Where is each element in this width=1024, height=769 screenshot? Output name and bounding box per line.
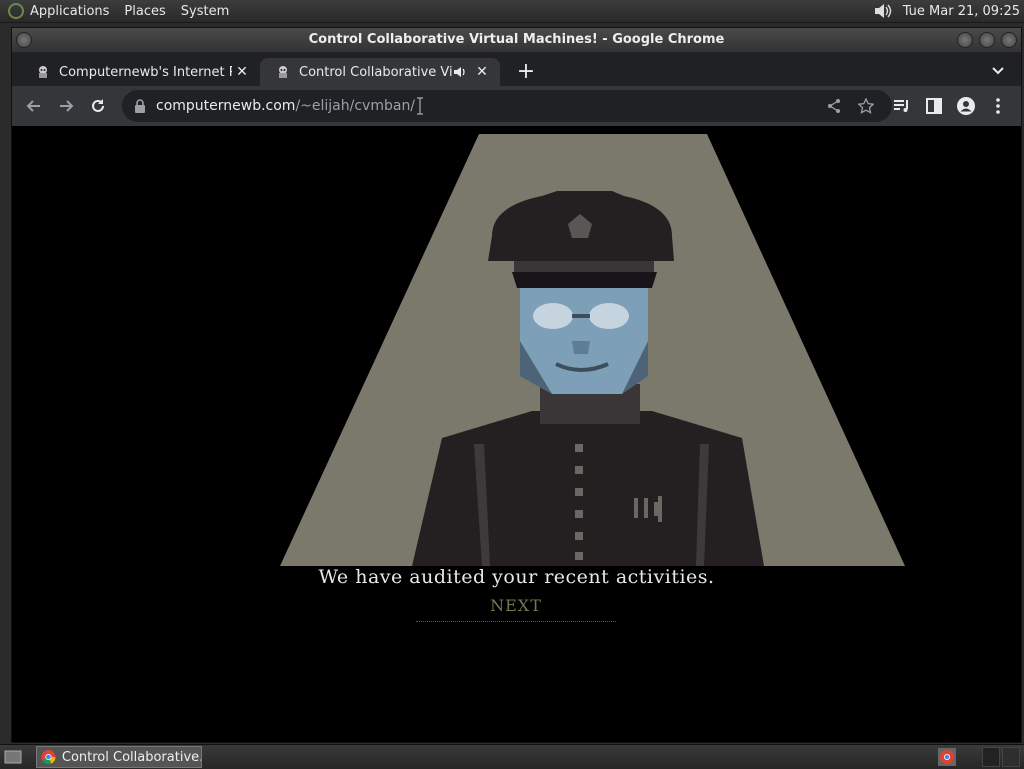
menu-system[interactable]: System bbox=[181, 4, 229, 19]
lock-icon[interactable] bbox=[134, 99, 146, 113]
dialog-text: We have audited your recent activities. bbox=[318, 566, 715, 588]
url-path: /~elijah/cvmban/ bbox=[295, 98, 416, 114]
browser-toolbar: computernewb.com/~elijah/cvmban/ bbox=[12, 86, 1021, 127]
close-window-icon[interactable] bbox=[1001, 32, 1017, 48]
window-titlebar[interactable]: Control Collaborative Virtual Machines! … bbox=[12, 28, 1021, 52]
back-icon[interactable] bbox=[24, 96, 44, 116]
taskbar-label: Control Collaborative... bbox=[61, 749, 201, 765]
panel-clock[interactable]: Tue Mar 21, 09:25 bbox=[903, 4, 1020, 19]
favicon-icon bbox=[39, 66, 47, 78]
tab-strip: Computernewb's Internet Pub ✕ Control Co… bbox=[12, 52, 1021, 86]
workspace-2[interactable] bbox=[1002, 747, 1020, 767]
chevron-down-icon[interactable] bbox=[991, 64, 1005, 78]
officer-body bbox=[412, 411, 764, 566]
tab-title: Control Collaborative Virtu bbox=[299, 64, 452, 80]
window-menu-icon[interactable] bbox=[16, 32, 32, 48]
minimize-icon[interactable] bbox=[957, 32, 973, 48]
window-title: Control Collaborative Virtual Machines! … bbox=[308, 32, 725, 47]
more-menu-icon[interactable] bbox=[988, 96, 1008, 116]
media-queue-icon[interactable] bbox=[892, 96, 912, 116]
gnome-foot-icon[interactable] bbox=[8, 3, 24, 19]
cap-visor bbox=[512, 272, 657, 288]
close-tab-icon[interactable]: ✕ bbox=[232, 64, 252, 80]
top-panel: Applications Places System Tue Mar 21, 0… bbox=[0, 0, 1024, 23]
glasses-bridge bbox=[572, 314, 590, 318]
maximize-icon[interactable] bbox=[979, 32, 995, 48]
reload-icon[interactable] bbox=[88, 96, 108, 116]
side-panel-icon[interactable] bbox=[924, 96, 944, 116]
address-bar[interactable]: computernewb.com/~elijah/cvmban/ bbox=[122, 90, 892, 122]
bottom-panel: Control Collaborative... bbox=[0, 744, 1024, 769]
show-desktop-icon[interactable] bbox=[4, 748, 22, 766]
next-button[interactable]: NEXT bbox=[416, 596, 616, 622]
bookmark-star-icon[interactable] bbox=[858, 98, 874, 114]
officer-nose bbox=[572, 341, 590, 354]
workspace-1[interactable] bbox=[982, 747, 1000, 767]
speaker-icon[interactable] bbox=[873, 3, 893, 19]
right-lens bbox=[589, 303, 629, 329]
chrome-tray-icon[interactable] bbox=[938, 748, 956, 766]
tab-audio-icon[interactable] bbox=[452, 65, 468, 79]
close-tab-icon[interactable]: ✕ bbox=[472, 64, 492, 80]
url-host: computernewb.com bbox=[156, 98, 296, 114]
forward-icon[interactable] bbox=[56, 96, 76, 116]
chrome-icon bbox=[41, 750, 56, 765]
url-text[interactable]: computernewb.com/~elijah/cvmban/ bbox=[156, 98, 415, 114]
share-icon[interactable] bbox=[826, 98, 842, 114]
new-tab-button[interactable]: + bbox=[512, 58, 540, 86]
page-content: We have audited your recent activities. … bbox=[12, 126, 1021, 742]
menu-places[interactable]: Places bbox=[124, 4, 165, 19]
officer-game-scene bbox=[280, 134, 905, 566]
profile-avatar-icon[interactable] bbox=[956, 96, 976, 116]
taskbar-chrome-window[interactable]: Control Collaborative... bbox=[36, 746, 202, 768]
tab-title: Computernewb's Internet Pub bbox=[59, 64, 232, 80]
menu-applications[interactable]: Applications bbox=[30, 4, 109, 19]
tab-computernewb-pub[interactable]: Computernewb's Internet Pub ✕ bbox=[20, 58, 260, 86]
chrome-window: Control Collaborative Virtual Machines! … bbox=[11, 27, 1022, 743]
tab-cvmban[interactable]: Control Collaborative Virtu ✕ bbox=[260, 58, 500, 86]
favicon-icon bbox=[279, 66, 287, 78]
left-lens bbox=[533, 303, 573, 329]
text-cursor-icon bbox=[417, 97, 424, 115]
